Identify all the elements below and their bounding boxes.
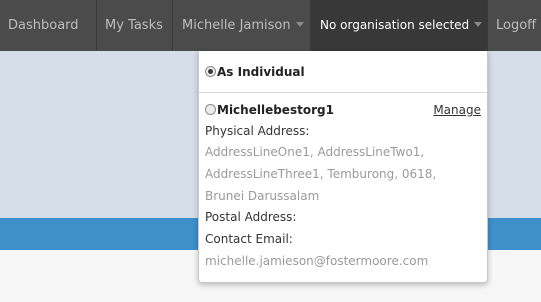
individual-radio[interactable] xyxy=(205,66,216,77)
nav-dashboard-link[interactable]: Dashboard xyxy=(8,0,79,51)
individual-option-label: As Individual xyxy=(217,65,305,79)
manage-org-link[interactable]: Manage xyxy=(433,103,481,117)
individual-option[interactable]: As Individual xyxy=(205,65,481,79)
physical-address-line: AddressLineOne1, AddressLineTwo1, xyxy=(205,145,425,159)
nav-divider xyxy=(172,0,173,51)
physical-address-line: AddressLineThree1, Temburong, 0618, xyxy=(205,167,437,181)
chevron-down-icon xyxy=(474,22,483,27)
nav-user-name: Michelle Jamison xyxy=(182,18,291,33)
nav-divider xyxy=(487,0,488,51)
postal-address-label: Postal Address: xyxy=(205,210,297,224)
nav-divider xyxy=(96,0,97,51)
dropdown-divider xyxy=(199,92,487,93)
physical-address-line: Brunei Darussalam xyxy=(205,189,320,203)
nav-logoff-link[interactable]: Logoff xyxy=(496,0,536,51)
nav-organisation-menu[interactable]: No organisation selected xyxy=(311,0,487,51)
nav-user-menu[interactable]: Michelle Jamison xyxy=(182,0,304,51)
top-navbar: Dashboard My Tasks Michelle Jamison No o… xyxy=(0,0,541,51)
nav-organisation-label: No organisation selected xyxy=(320,18,470,32)
org-option[interactable]: Michellebestorg1 Manage xyxy=(205,103,481,117)
contact-email-value: michelle.jamieson@fostermoore.com xyxy=(205,254,429,268)
physical-address-label: Physical Address: xyxy=(205,124,310,138)
org-radio[interactable] xyxy=(205,104,216,115)
contact-email-label: Contact Email: xyxy=(205,232,293,246)
org-name: Michellebestorg1 xyxy=(217,103,334,117)
organisation-dropdown: As Individual Michellebestorg1 Manage Ph… xyxy=(198,51,488,283)
nav-my-tasks-link[interactable]: My Tasks xyxy=(105,0,163,51)
chevron-down-icon xyxy=(295,22,304,27)
